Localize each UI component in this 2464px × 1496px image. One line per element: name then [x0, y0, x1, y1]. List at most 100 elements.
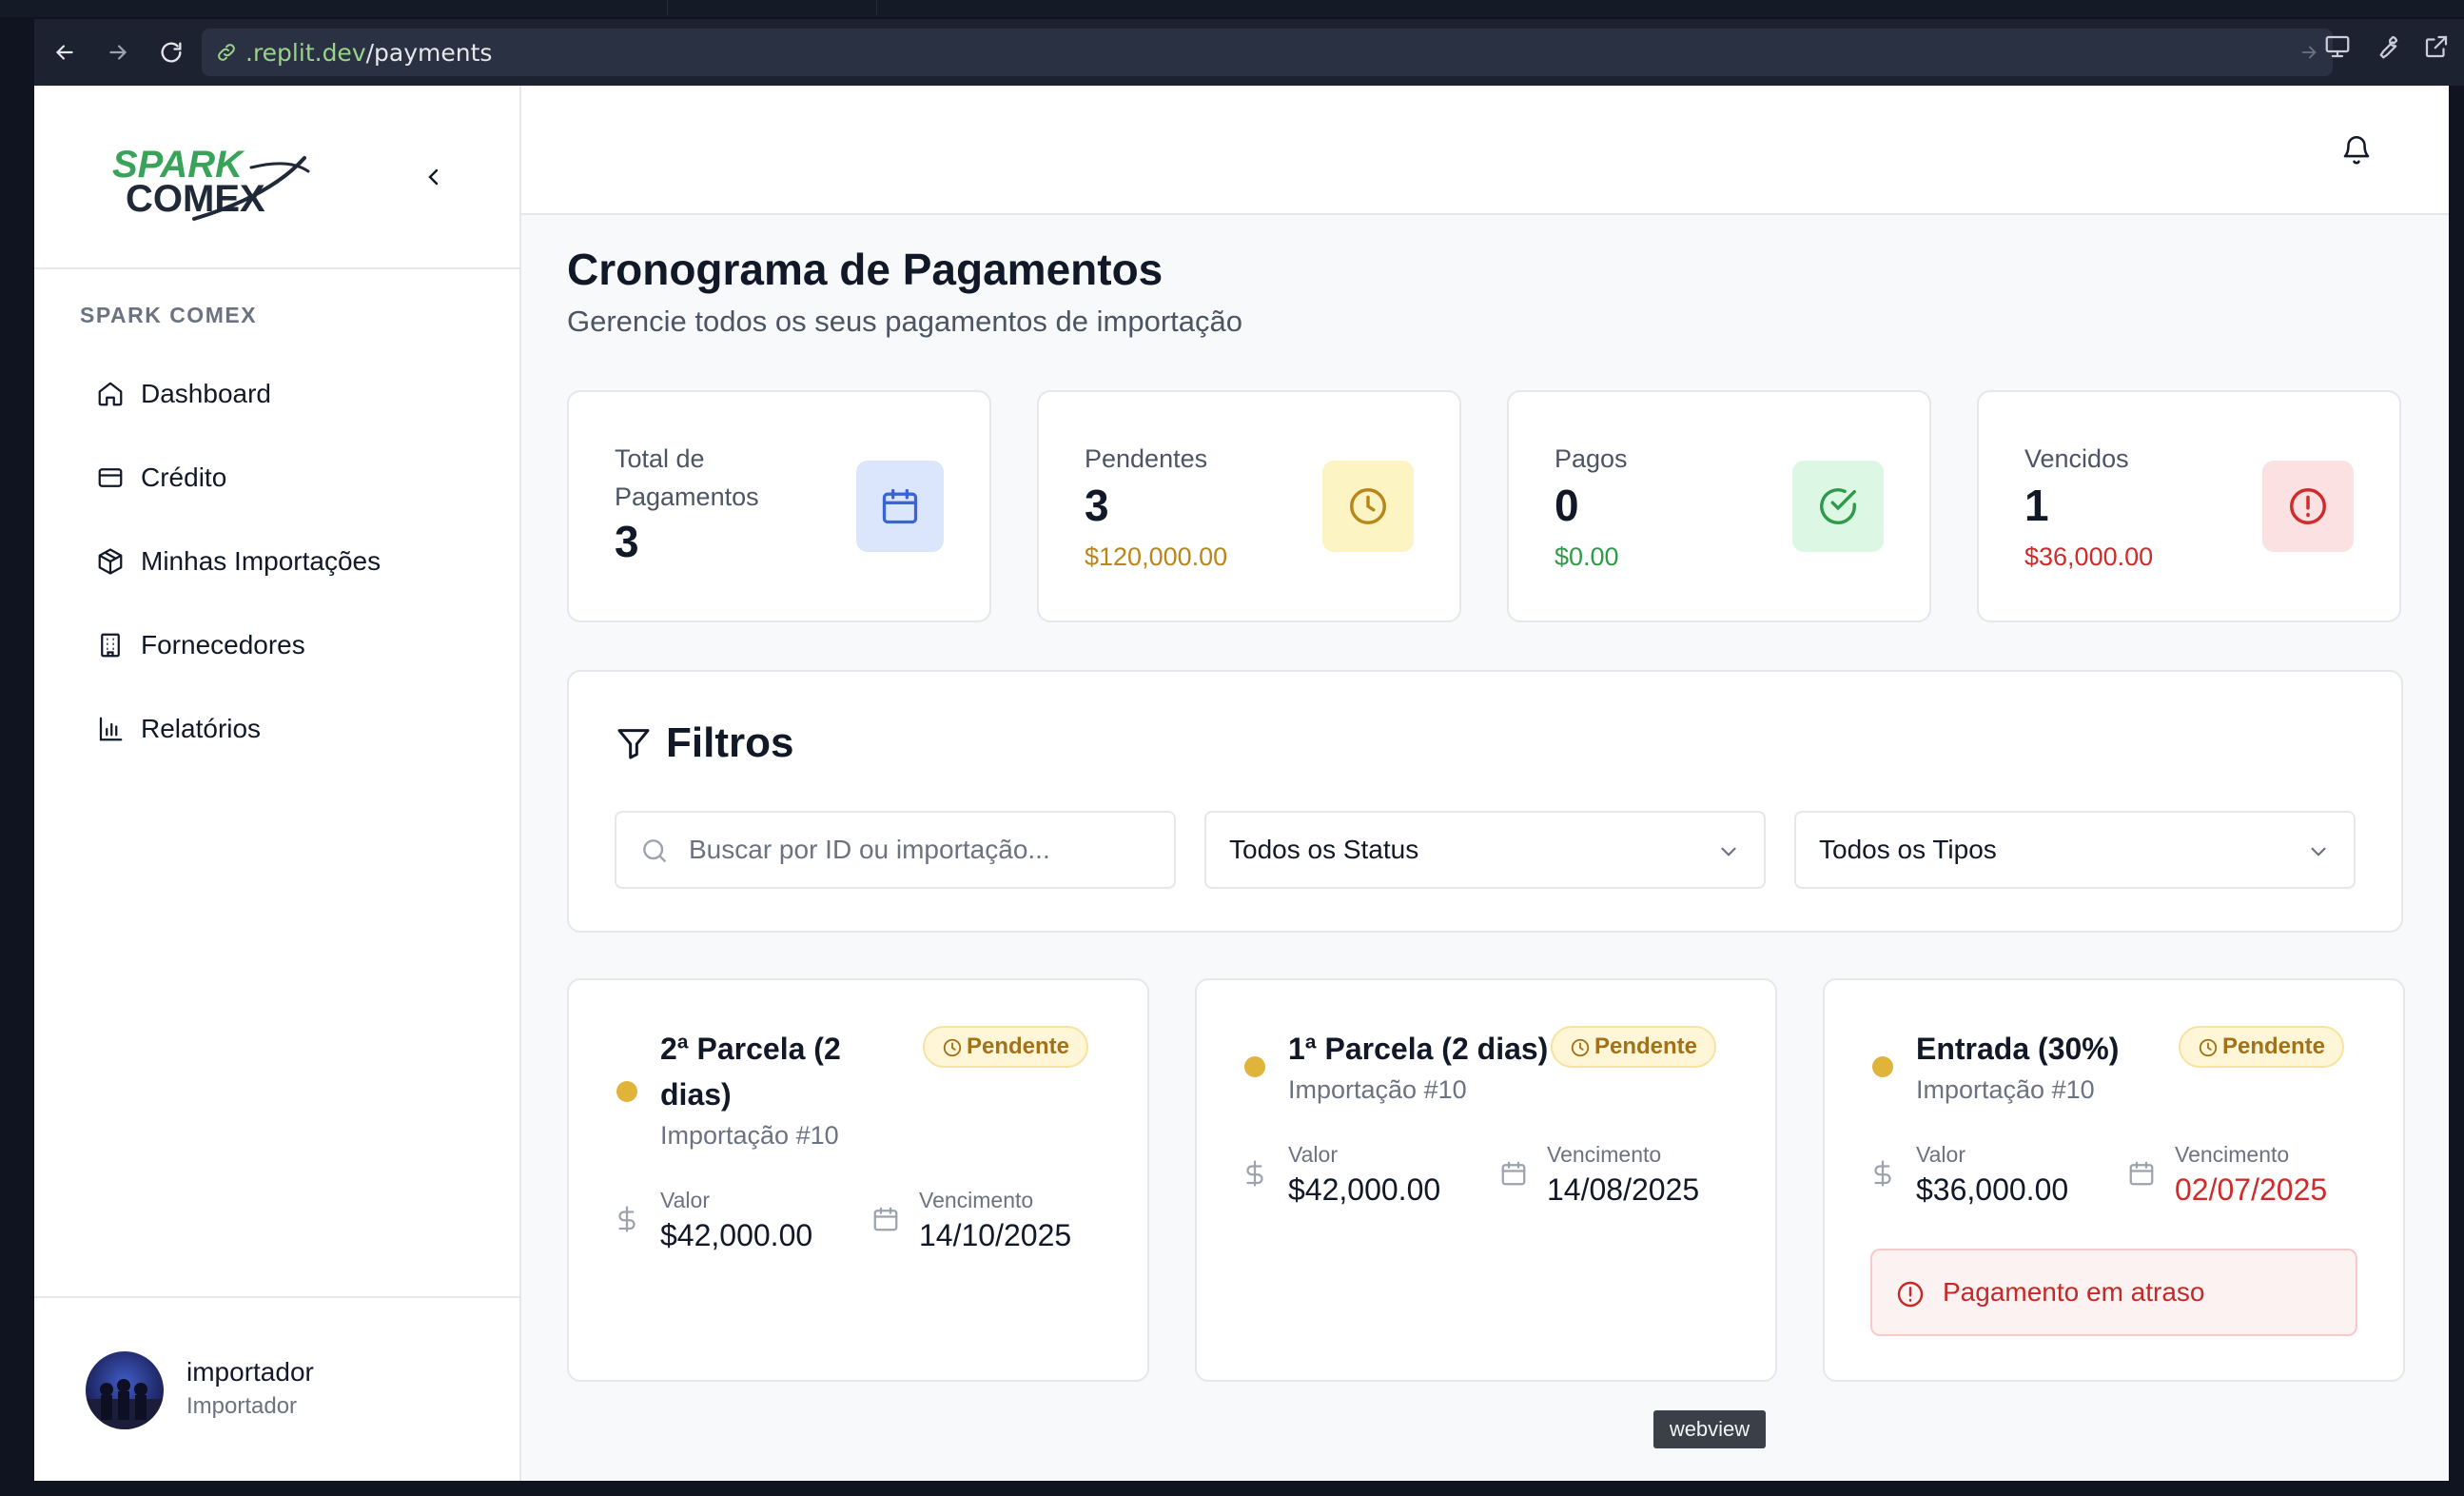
vencimento-value: 02/07/2025 — [2175, 1172, 2328, 1207]
chevron-down-icon — [2306, 839, 2331, 871]
user-name: importador — [186, 1357, 314, 1387]
payment-card[interactable]: 2ª Parcela (2 dias) Importação #10 Pende… — [567, 978, 1149, 1382]
clock-icon — [1350, 488, 1386, 524]
collapse-sidebar-button[interactable] — [417, 160, 451, 194]
filters-panel: Filtros Buscar por ID ou importação... T… — [567, 670, 2403, 933]
home-icon — [95, 379, 126, 409]
sidebar-item-label: Fornecedores — [141, 630, 305, 659]
clock-icon — [2198, 1037, 2219, 1065]
type-select[interactable]: Todos os Tipos — [1794, 811, 2356, 889]
status-select[interactable]: Todos os Status — [1204, 811, 1766, 889]
wrench-icon[interactable] — [2373, 32, 2401, 66]
payment-import: Importação #10 — [660, 1121, 839, 1150]
status-badge-text: Pendente — [1594, 1033, 1698, 1059]
filter-icon — [615, 724, 653, 762]
type-select-value: Todos os Tipos — [1819, 835, 1997, 864]
filters-title: Filtros — [615, 719, 793, 767]
bar-chart-icon — [95, 714, 126, 744]
alert-circle-icon — [2290, 488, 2326, 524]
stat-amount: $36,000.00 — [2024, 542, 2154, 571]
browser-toolbar: .replit.dev/payments — [34, 19, 2464, 86]
payment-title-line: Entrada (30%) — [1916, 1032, 2120, 1066]
vencimento-label: Vencimento — [1547, 1142, 1662, 1167]
sidebar-menu: Dashboard Crédito Minhas Importações For… — [80, 352, 489, 771]
payment-card[interactable]: Entrada (30%) Importação #10 Pendente Va… — [1823, 978, 2405, 1382]
sidebar-item-dashboard[interactable]: Dashboard — [80, 352, 489, 436]
sidebar-item-label: Relatórios — [141, 714, 262, 743]
address-bar[interactable]: .replit.dev/payments — [202, 29, 2333, 76]
status-dot — [616, 1081, 637, 1102]
dollar-icon — [613, 1205, 641, 1238]
valor-value: $42,000.00 — [1288, 1172, 1441, 1207]
monitor-icon[interactable] — [2323, 32, 2352, 66]
stat-label: Pagos — [1555, 444, 1628, 473]
user-role: Importador — [186, 1393, 298, 1419]
payment-title: 1ª Parcela (2 dias) — [1288, 1026, 1548, 1072]
sidebar-item-label: Minhas Importações — [141, 546, 381, 576]
building-icon — [95, 630, 126, 660]
clock-icon — [942, 1037, 963, 1065]
stat-card-total: Total de Pagamentos 3 — [567, 390, 991, 622]
search-icon — [639, 836, 670, 873]
sidebar-item-label: Dashboard — [141, 379, 271, 408]
main-content: Cronograma de Pagamentos Gerencie todos … — [521, 86, 2449, 1481]
stat-card-pendentes: Pendentes 3 $120,000.00 — [1037, 390, 1461, 622]
stat-icon-box — [1792, 461, 1884, 552]
valor-label: Valor — [1288, 1142, 1338, 1167]
payment-card[interactable]: 1ª Parcela (2 dias) Importação #10 Pende… — [1195, 978, 1777, 1382]
overdue-text: Pagamento em atraso — [1943, 1277, 2205, 1307]
status-badge-text: Pendente — [967, 1033, 1070, 1059]
credit-card-icon — [95, 463, 126, 493]
search-input[interactable]: Buscar por ID ou importação... — [615, 811, 1176, 889]
status-dot — [1244, 1056, 1265, 1077]
sidebar-item-credito[interactable]: Crédito — [80, 436, 489, 520]
avatar[interactable] — [86, 1351, 164, 1429]
filters-title-text: Filtros — [666, 719, 794, 766]
browser-tab[interactable] — [419, 0, 668, 15]
status-dot — [1872, 1056, 1893, 1077]
alert-circle-icon — [1895, 1279, 1926, 1316]
webview-tooltip: webview — [1653, 1410, 1766, 1448]
calendar-icon — [871, 1205, 900, 1238]
status-badge: Pendente — [1551, 1026, 1717, 1068]
reload-icon[interactable] — [152, 33, 190, 71]
calendar-icon — [1499, 1159, 1528, 1192]
forward-icon[interactable] — [99, 33, 137, 71]
back-icon[interactable] — [46, 33, 84, 71]
stat-value: 3 — [1085, 481, 1109, 530]
browser-tab[interactable] — [668, 0, 877, 15]
valor-label: Valor — [1916, 1142, 1965, 1167]
payment-title-line: 2ª Parcela (2 — [660, 1032, 841, 1066]
valor-label: Valor — [660, 1188, 710, 1212]
webview: SPARK COMEX SPARK COMEX Dashboard Crédit… — [34, 86, 2449, 1481]
user-profile[interactable]: importador Importador — [34, 1296, 521, 1481]
stat-label: Pendentes — [1085, 444, 1208, 473]
calendar-icon — [882, 488, 918, 524]
link-icon — [215, 41, 238, 69]
sidebar-item-relatorios[interactable]: Relatórios — [80, 687, 489, 771]
page-subtitle: Gerencie todos os seus pagamentos de imp… — [567, 305, 1242, 338]
bell-icon[interactable] — [2340, 133, 2373, 170]
stat-value: 0 — [1555, 481, 1579, 530]
check-circle-icon — [1820, 488, 1856, 524]
sidebar: SPARK COMEX SPARK COMEX Dashboard Crédit… — [34, 86, 521, 1481]
stat-card-pagos: Pagos 0 $0.00 — [1507, 390, 1931, 622]
external-link-icon[interactable] — [2422, 32, 2451, 66]
status-badge: Pendente — [2179, 1026, 2345, 1068]
stat-label: Total de Pagamentos — [615, 444, 759, 511]
logo-area: SPARK COMEX — [34, 86, 521, 269]
dollar-icon — [1868, 1159, 1897, 1192]
payment-title-line: 1ª Parcela (2 dias) — [1288, 1032, 1549, 1066]
calendar-icon — [2127, 1159, 2156, 1192]
sidebar-item-importacoes[interactable]: Minhas Importações — [80, 520, 489, 603]
browser-tab-strip — [0, 0, 2464, 17]
vencimento-label: Vencimento — [919, 1188, 1034, 1212]
sidebar-item-fornecedores[interactable]: Fornecedores — [80, 603, 489, 687]
stat-value: 3 — [615, 517, 639, 566]
go-arrow-icon[interactable] — [2298, 41, 2319, 69]
editor-left-track — [0, 86, 34, 1496]
sidebar-item-label: Crédito — [141, 463, 227, 492]
spark-comex-logo[interactable]: SPARK COMEX — [108, 139, 318, 225]
stat-value: 1 — [2024, 481, 2049, 530]
stat-label: Vencidos — [2024, 444, 2129, 473]
